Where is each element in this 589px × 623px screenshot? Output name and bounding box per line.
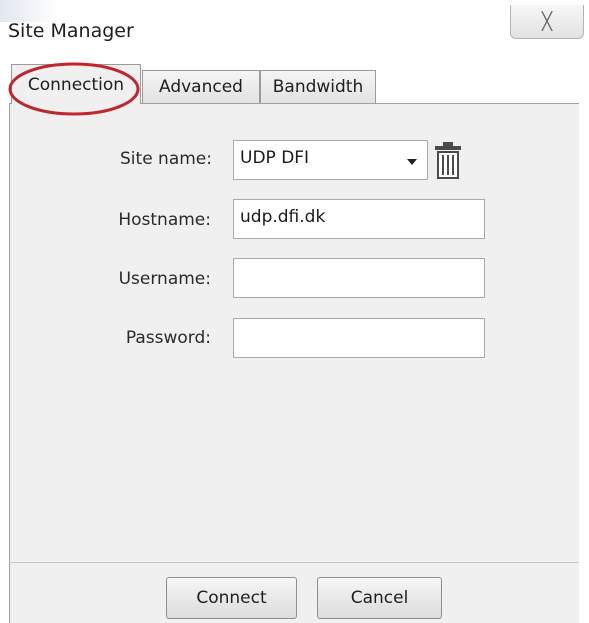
username-input[interactable]: [233, 258, 485, 298]
window-left-edge: [0, 60, 9, 623]
site-name-label: Site name:: [120, 149, 212, 169]
cancel-button-label: Cancel: [350, 588, 409, 608]
button-separator: [9, 562, 579, 563]
title-bar-glint: [0, 0, 60, 22]
hostname-input[interactable]: udp.dfi.dk: [233, 199, 485, 239]
tab-advanced[interactable]: Advanced: [142, 70, 260, 103]
chevron-down-icon[interactable]: [407, 159, 417, 165]
password-label: Password:: [125, 328, 211, 348]
hostname-value: udp.dfi.dk: [240, 207, 326, 227]
connection-panel: [9, 103, 579, 623]
cancel-button[interactable]: Cancel: [317, 577, 442, 619]
tab-bandwidth[interactable]: Bandwidth: [260, 70, 376, 103]
hostname-label: Hostname:: [118, 210, 211, 230]
password-input[interactable]: [233, 318, 485, 358]
trash-icon[interactable]: [434, 141, 462, 181]
tab-connection[interactable]: Connection: [11, 64, 141, 104]
close-icon: ╳: [541, 11, 553, 32]
site-name-select[interactable]: UDP DFI: [233, 140, 428, 180]
tab-bandwidth-label: Bandwidth: [272, 77, 364, 97]
site-name-value: UDP DFI: [240, 148, 310, 168]
close-button[interactable]: ╳: [510, 5, 584, 39]
connect-button-label: Connect: [196, 588, 267, 608]
username-label: Username:: [118, 269, 211, 289]
connect-button[interactable]: Connect: [166, 577, 297, 619]
title-bar: Site Manager ╳: [0, 0, 589, 60]
tab-advanced-label: Advanced: [159, 77, 243, 97]
tab-connection-label: Connection: [27, 74, 125, 95]
window-title: Site Manager: [8, 20, 134, 42]
